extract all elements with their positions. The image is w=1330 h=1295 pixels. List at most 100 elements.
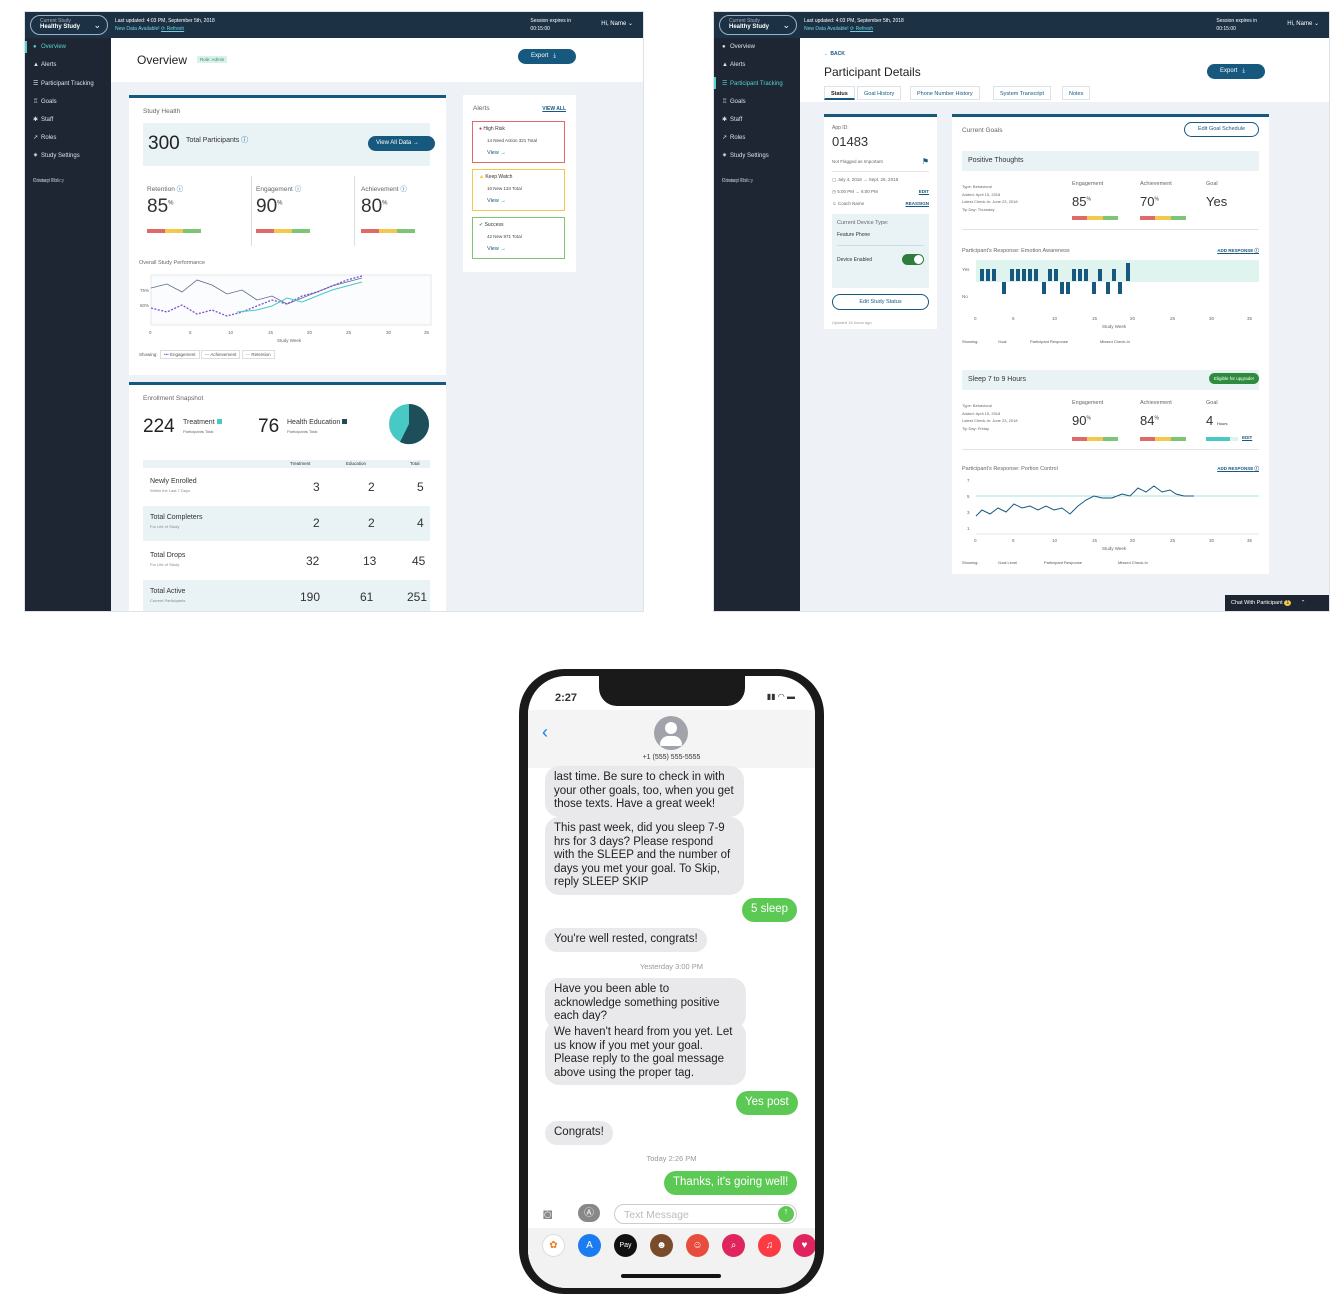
study-selector-value: Healthy Study: [40, 24, 81, 30]
alert-view-link[interactable]: View →: [487, 198, 506, 204]
greeting: Hi, Name: [601, 21, 627, 27]
back-link[interactable]: ← BACK: [824, 51, 845, 57]
app-id-value: 01483: [832, 134, 869, 149]
search-icon[interactable]: ⌕: [722, 1234, 745, 1257]
sidebar-item-roles[interactable]: ↗ Roles: [714, 128, 800, 146]
x-tick: 25: [346, 330, 352, 335]
view-all-data-button[interactable]: View All Data →: [368, 136, 435, 151]
sidebar-item-overview[interactable]: ● Overview: [714, 38, 800, 56]
sidebar-item-alerts[interactable]: ▲ Alerts: [25, 56, 111, 74]
add-response-link[interactable]: ADD RESPONSE ⓘ: [1217, 248, 1259, 254]
sidebar-item-study-settings[interactable]: ✷ Study Settings: [25, 146, 111, 164]
alert-title: High Risk: [483, 126, 505, 132]
refresh-link[interactable]: ⟳ Refresh: [850, 26, 873, 32]
study-selector[interactable]: Current Study Healthy Study ⌄: [30, 15, 108, 35]
alert-success[interactable]: ✔ Success 42 New 971 Total View →: [472, 217, 565, 259]
sidebar-item-goals[interactable]: ♖ Goals: [714, 92, 800, 110]
tab-status[interactable]: Status: [824, 86, 855, 100]
edit-study-status-button[interactable]: Edit Study Status: [832, 294, 929, 310]
treatment-text: Treatment: [183, 419, 215, 426]
memoji-icon[interactable]: ☻: [650, 1234, 673, 1257]
x-ticks: 0 5 10 15 20 25 30 35: [974, 538, 1253, 543]
device-box: Current Device Type: Feature Phone Devic…: [832, 214, 929, 288]
alert-view-link[interactable]: View →: [487, 246, 506, 252]
session-time: 00:15:00: [1216, 26, 1236, 32]
engagement-value: 90%: [1072, 413, 1091, 428]
percent-sign: %: [382, 200, 388, 207]
metric-bar: [1140, 216, 1186, 220]
contact-link[interactable]: Contact Us: [714, 174, 755, 188]
alert-high-risk[interactable]: ● High Risk 14 Need Action 321 Total Vie…: [472, 121, 565, 163]
contact-number[interactable]: +1 (555) 555-5555: [528, 754, 815, 761]
device-enabled-toggle[interactable]: [902, 254, 924, 265]
chat-with-participant-bar[interactable]: Chat With Participant 1 ⌃: [1225, 595, 1329, 611]
showing-label: Showing:: [139, 352, 158, 357]
divider: [354, 176, 355, 246]
alert-view-link[interactable]: View →: [487, 150, 506, 156]
heart-icon[interactable]: ♥: [793, 1234, 815, 1257]
reassign-link[interactable]: REASSIGN: [905, 201, 929, 206]
add-response-link[interactable]: ADD RESPONSE ⓘ: [1217, 466, 1259, 472]
edit-goal-link[interactable]: EDIT: [1242, 435, 1252, 440]
sidebar-item-overview[interactable]: ● Overview: [25, 38, 111, 56]
sidebar-item-participant-tracking[interactable]: ☰ Participant Tracking: [25, 74, 111, 92]
legend-label: Retention: [251, 352, 271, 357]
wifi-icon: ◠: [777, 692, 785, 701]
tab-goal-history[interactable]: Goal History: [857, 86, 902, 100]
study-selector[interactable]: Current Study Healthy Study ⌄: [719, 15, 797, 35]
edit-time-link[interactable]: EDIT: [919, 189, 929, 194]
message-bubble: This past week, did you sleep 7-9 hrs fo…: [545, 817, 744, 895]
message-bubble: We haven't heard from you yet. Let us kn…: [545, 1021, 746, 1086]
memoji2-icon[interactable]: ☺: [686, 1234, 709, 1257]
camera-icon[interactable]: ◙: [543, 1206, 552, 1223]
user-menu[interactable]: Hi, Name ⌄: [601, 20, 633, 27]
legend-achievement[interactable]: — Achievement: [200, 350, 241, 359]
metric-bar: [1072, 437, 1118, 441]
music-icon[interactable]: ♫: [758, 1234, 781, 1257]
refresh-link[interactable]: ⟳ Refresh: [161, 26, 184, 32]
tab-phone-number-history[interactable]: Phone Number History: [910, 86, 980, 100]
appstore-icon[interactable]: A: [578, 1234, 601, 1257]
sidebar-item-staff[interactable]: ✱ Staff: [714, 110, 800, 128]
goal-unit: Hours: [1216, 421, 1228, 426]
flag-icon[interactable]: ⚑: [922, 157, 929, 166]
appstore-button[interactable]: Ⓐ: [578, 1204, 600, 1222]
send-icon[interactable]: ↑: [778, 1206, 794, 1222]
x-tick: 10: [1052, 538, 1058, 543]
column-header: Education: [346, 461, 367, 466]
clock-icon: ◷: [832, 189, 836, 194]
legend-retention[interactable]: — Retention: [241, 350, 275, 359]
edit-goal-schedule-button[interactable]: Edit Goal Schedule: [1184, 122, 1259, 137]
alert-stats: 10 New 134 Total: [487, 186, 522, 191]
sidebar-item-roles[interactable]: ↗ Roles: [25, 128, 111, 146]
sidebar-item-goals[interactable]: ♖ Goals: [25, 92, 111, 110]
y-tick: 1: [967, 526, 970, 531]
alert-keep-watch[interactable]: ▲ Keep Watch 10 New 134 Total View →: [472, 169, 565, 211]
coach: ☺ Coach Name: [832, 201, 864, 206]
photos-icon[interactable]: ✿: [542, 1234, 565, 1257]
view-all-alerts-link[interactable]: VIEW ALL: [542, 106, 566, 112]
treatment-swatch: [216, 419, 222, 424]
sidebar-item-staff[interactable]: ✱ Staff: [25, 110, 111, 128]
session-timer: Session expires in 00:15:00: [1216, 17, 1257, 33]
sidebar-item-study-settings[interactable]: ✷ Study Settings: [714, 146, 800, 164]
device-type-label: Current Device Type:: [837, 220, 889, 226]
contact-avatar[interactable]: [654, 716, 688, 750]
message-input[interactable]: Text Message ↑: [614, 1204, 797, 1224]
tab-system-transcript[interactable]: System Transcript: [993, 86, 1052, 100]
goal-tip-day: Tip Day: Thursday: [962, 206, 995, 212]
export-button[interactable]: Export ⤓: [1207, 64, 1265, 79]
coach-text: Coach Name: [837, 201, 865, 206]
applepay-icon[interactable]: Pay: [614, 1234, 637, 1257]
legend-engagement[interactable]: ••• Engagement: [160, 350, 200, 359]
calendar-icon: ▢: [832, 177, 837, 182]
user-menu[interactable]: Hi, Name ⌄: [1287, 20, 1319, 27]
current-goals-title: Current Goals: [962, 127, 1003, 134]
alert-title: Keep Watch: [485, 174, 513, 180]
contact-link[interactable]: Contact Us: [25, 174, 66, 188]
sidebar-item-participant-tracking[interactable]: ☰ Participant Tracking: [714, 74, 800, 92]
export-button[interactable]: Export ⤓: [518, 49, 576, 64]
back-chevron-icon[interactable]: ‹: [542, 722, 548, 743]
sidebar-item-alerts[interactable]: ▲ Alerts: [714, 56, 800, 74]
tab-notes[interactable]: Notes: [1062, 86, 1091, 100]
